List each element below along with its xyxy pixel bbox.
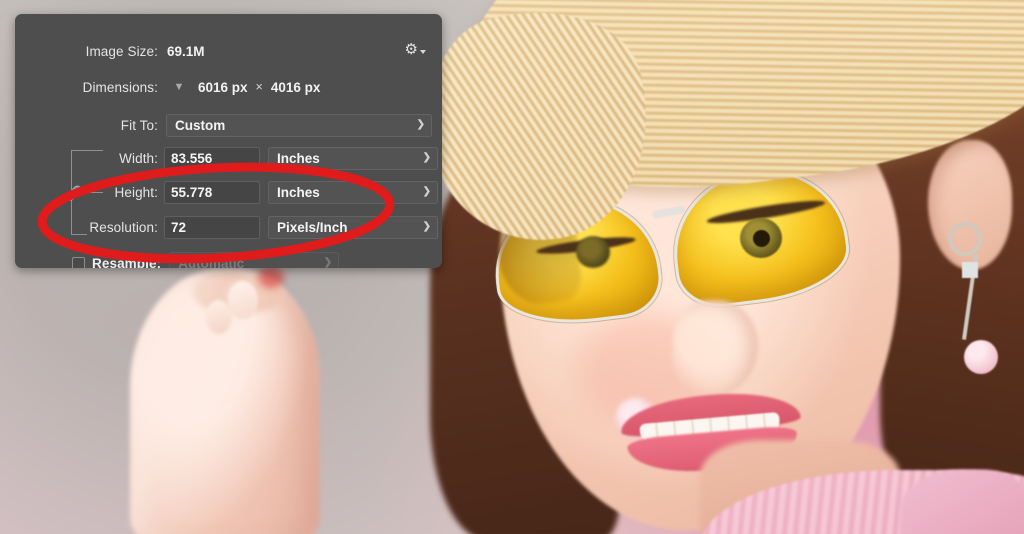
dimensions-values: 6016 px × 4016 px — [198, 80, 320, 95]
height-value: 55.778 — [171, 184, 213, 200]
image-size-row: Image Size: 69.1M — [15, 36, 442, 66]
chevron-down-icon[interactable]: ❯ — [423, 222, 431, 232]
width-label: Width: — [119, 150, 158, 166]
chevron-down-icon[interactable]: ❯ — [417, 120, 425, 130]
chevron-down-icon[interactable]: ❯ — [423, 153, 431, 163]
fingernail-1 — [228, 281, 258, 319]
panel-options-button[interactable]: ⚙ — [405, 42, 426, 57]
screenshot-root: Image Size: 69.1M ⚙ Dimensions: ▼ 6016 p… — [0, 0, 1024, 534]
dimensions-separator: × — [255, 80, 263, 94]
image-size-label: Image Size: — [85, 43, 158, 59]
caret-down-icon[interactable] — [420, 50, 426, 54]
resolution-label: Resolution: — [89, 219, 158, 235]
resolution-unit-value: Pixels/Inch — [277, 219, 348, 235]
width-row: Width: 83.556 Inches ❯ — [15, 145, 442, 171]
resample-method-select[interactable]: Automatic ❯ — [169, 251, 340, 269]
dimensions-label: Dimensions: — [82, 79, 158, 95]
fit-to-select[interactable]: Custom ❯ — [166, 113, 432, 137]
fit-to-row: Fit To: Custom ❯ — [15, 112, 442, 138]
resolution-input[interactable]: 72 — [164, 215, 260, 239]
height-input[interactable]: 55.778 — [164, 180, 260, 204]
width-input[interactable]: 83.556 — [164, 146, 260, 170]
height-row: Height: 55.778 Inches ❯ — [15, 179, 442, 205]
image-size-dialog[interactable]: Image Size: 69.1M ⚙ Dimensions: ▼ 6016 p… — [15, 14, 442, 268]
width-unit-value: Inches — [277, 150, 320, 166]
chevron-down-icon[interactable]: ❯ — [324, 258, 332, 268]
red-blur-accent — [258, 266, 284, 288]
resample-row: Resample: Automatic ❯ — [15, 250, 442, 268]
width-value: 83.556 — [171, 150, 213, 166]
pupil-right — [753, 230, 770, 247]
dimensions-width-value: 6016 px — [198, 79, 248, 95]
dimensions-height-value: 4016 px — [270, 79, 321, 95]
resample-method-value: Automatic — [178, 255, 245, 269]
earring-cube — [962, 262, 978, 278]
chevron-down-icon[interactable]: ❯ — [423, 187, 431, 197]
resolution-value: 72 — [171, 219, 187, 235]
earring-ball — [964, 340, 998, 374]
resolution-row: Resolution: 72 Pixels/Inch ❯ — [15, 214, 442, 240]
fingernail-2 — [206, 300, 232, 334]
height-unit-value: Inches — [277, 184, 320, 200]
iris-left — [576, 236, 610, 268]
width-unit-select[interactable]: Inches ❯ — [268, 146, 438, 170]
dimensions-row: Dimensions: ▼ 6016 px × 4016 px — [15, 72, 442, 102]
resolution-unit-select[interactable]: Pixels/Inch ❯ — [268, 215, 438, 239]
earring-hoop — [948, 222, 982, 256]
fit-to-value: Custom — [175, 117, 226, 133]
height-unit-select[interactable]: Inches ❯ — [268, 180, 438, 204]
height-label: Height: — [114, 184, 158, 200]
image-size-value: 69.1M — [167, 43, 205, 59]
resample-checkbox[interactable] — [72, 256, 85, 268]
fit-to-label: Fit To: — [120, 117, 158, 133]
chevron-down-icon[interactable]: ▼ — [166, 77, 192, 97]
gear-icon[interactable]: ⚙ — [405, 42, 418, 57]
resample-label: Resample: — [92, 255, 162, 269]
